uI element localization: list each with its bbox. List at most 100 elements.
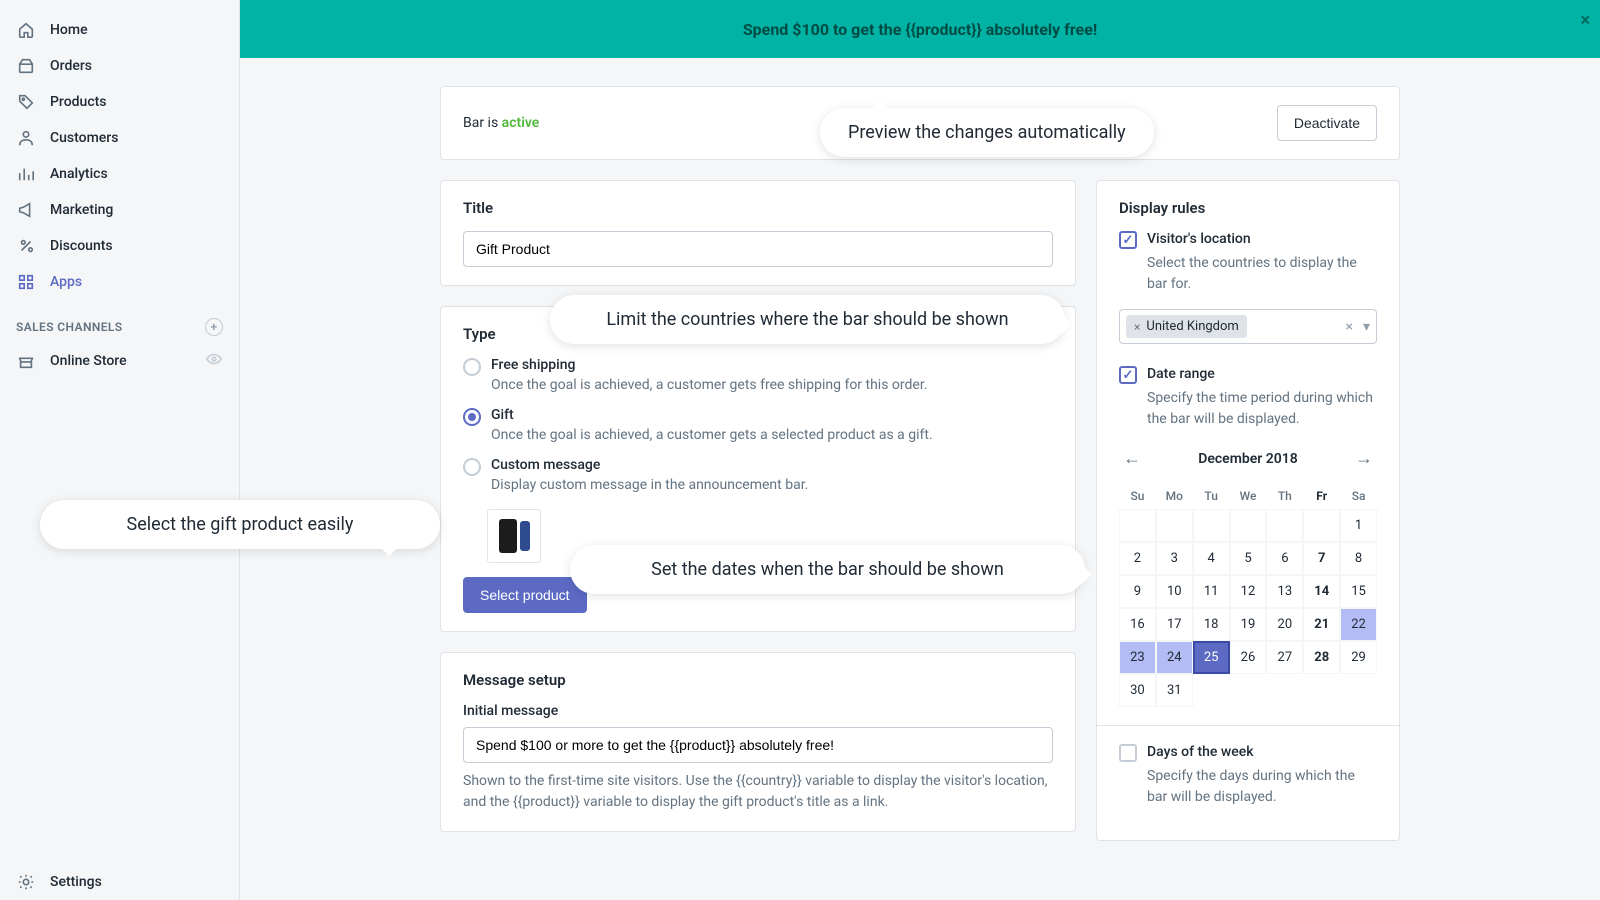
radio-icon [463, 358, 481, 376]
calendar-day[interactable]: 29 [1340, 641, 1377, 674]
calendar-day[interactable]: 24 [1156, 641, 1193, 674]
chart-icon [16, 164, 36, 184]
calendar-day[interactable]: 6 [1266, 542, 1303, 575]
nav-apps[interactable]: Apps [0, 264, 239, 300]
radio-free-shipping[interactable]: Free shipping Once the goal is achieved,… [463, 357, 1053, 393]
calendar-day[interactable]: 21 [1303, 608, 1340, 641]
days-of-week-checkbox-row[interactable]: Days of the week [1119, 744, 1377, 762]
nav-online-store[interactable]: Online Store [0, 342, 239, 380]
nav-label: Settings [50, 874, 102, 890]
title-heading: Title [463, 199, 1053, 217]
callout-dates: Set the dates when the bar should be sho… [570, 545, 1085, 594]
calendar-day[interactable]: 13 [1266, 575, 1303, 608]
nav-home[interactable]: Home [0, 12, 239, 48]
calendar-day[interactable]: 18 [1193, 608, 1230, 641]
nav-label: Online Store [50, 353, 127, 369]
location-checkbox-row[interactable]: Visitor's location [1119, 231, 1377, 249]
calendar-day[interactable]: 27 [1266, 641, 1303, 674]
clear-icon[interactable]: × [1345, 319, 1352, 335]
calendar-day[interactable]: 5 [1230, 542, 1267, 575]
nav-discounts[interactable]: Discounts [0, 228, 239, 264]
calendar-day[interactable]: 16 [1119, 608, 1156, 641]
calendar-day[interactable]: 28 [1303, 641, 1340, 674]
radio-icon [463, 408, 481, 426]
date-range-checkbox-row[interactable]: Date range [1119, 366, 1377, 384]
calendar-day[interactable]: 9 [1119, 575, 1156, 608]
remove-country-icon[interactable]: × [1134, 320, 1140, 334]
calendar-day[interactable]: 2 [1119, 542, 1156, 575]
close-icon[interactable]: × [1580, 10, 1590, 31]
calendar-day[interactable]: 25 [1193, 641, 1230, 674]
radio-icon [463, 458, 481, 476]
status-active-label: active [502, 115, 540, 131]
calendar-title: December 2018 [1198, 451, 1298, 467]
tag-icon [16, 92, 36, 112]
calendar-header: ← December 2018 → [1119, 444, 1377, 473]
status-text: Bar is active [463, 115, 539, 131]
message-heading: Message setup [463, 671, 1053, 689]
home-icon [16, 20, 36, 40]
calendar-day[interactable]: 20 [1266, 608, 1303, 641]
calendar-day[interactable]: 8 [1340, 542, 1377, 575]
nav-label: Analytics [50, 166, 108, 182]
country-pill: × United Kingdom [1126, 315, 1247, 338]
select-product-button[interactable]: Select product [463, 577, 587, 613]
calendar-day[interactable]: 11 [1193, 575, 1230, 608]
chevron-down-icon[interactable]: ▾ [1363, 319, 1370, 335]
callout-gift-product: Select the gift product easily [40, 500, 440, 549]
nav-label: Customers [50, 130, 118, 146]
prev-month-icon[interactable]: ← [1119, 444, 1145, 473]
checkbox-icon [1119, 744, 1137, 762]
calendar-day[interactable]: 19 [1230, 608, 1267, 641]
title-card: Title [440, 180, 1076, 286]
nav-label: Discounts [50, 238, 113, 254]
next-month-icon[interactable]: → [1351, 444, 1377, 473]
days-desc: Specify the days during which the bar wi… [1147, 766, 1377, 808]
country-select[interactable]: × United Kingdom × ▾ [1119, 309, 1377, 344]
checkbox-icon [1119, 231, 1137, 249]
nav-analytics[interactable]: Analytics [0, 156, 239, 192]
calendar-day[interactable]: 4 [1193, 542, 1230, 575]
orders-icon [16, 56, 36, 76]
nav-label: Orders [50, 58, 92, 74]
message-help-text: Shown to the first-time site visitors. U… [463, 771, 1053, 813]
gear-icon [16, 872, 36, 892]
deactivate-button[interactable]: Deactivate [1277, 105, 1377, 141]
calendar-day[interactable]: 7 [1303, 542, 1340, 575]
add-channel-icon[interactable]: + [205, 318, 223, 336]
calendar-day-headers: Su Mo Tu We Th Fr Sa [1119, 483, 1377, 509]
calendar-day[interactable]: 23 [1119, 641, 1156, 674]
megaphone-icon [16, 200, 36, 220]
calendar-day[interactable]: 1 [1340, 509, 1377, 542]
eye-icon[interactable] [205, 350, 223, 372]
radio-gift[interactable]: Gift Once the goal is achieved, a custom… [463, 407, 1053, 443]
rules-heading: Display rules [1119, 199, 1377, 217]
nav-marketing[interactable]: Marketing [0, 192, 239, 228]
nav-label: Products [50, 94, 107, 110]
announcement-text: Spend $100 to get the {{product}} absolu… [743, 20, 1097, 39]
date-desc: Specify the time period during which the… [1147, 388, 1377, 430]
calendar-grid: 1234567891011121314151617181920212223242… [1119, 509, 1377, 707]
calendar-day[interactable]: 12 [1230, 575, 1267, 608]
calendar-day[interactable]: 26 [1230, 641, 1267, 674]
calendar-day[interactable]: 31 [1156, 674, 1193, 707]
radio-custom-message[interactable]: Custom message Display custom message in… [463, 457, 1053, 493]
nav-orders[interactable]: Orders [0, 48, 239, 84]
calendar-day[interactable]: 22 [1340, 608, 1377, 641]
initial-message-label: Initial message [463, 703, 1053, 719]
calendar-day[interactable]: 15 [1340, 575, 1377, 608]
nav-products[interactable]: Products [0, 84, 239, 120]
apps-icon [16, 272, 36, 292]
title-input[interactable] [463, 231, 1053, 267]
calendar-day[interactable]: 17 [1156, 608, 1193, 641]
calendar-day[interactable]: 14 [1303, 575, 1340, 608]
checkbox-icon [1119, 366, 1137, 384]
calendar-day[interactable]: 30 [1119, 674, 1156, 707]
nav-label: Apps [50, 274, 82, 290]
display-rules-card: Display rules Visitor's location Select … [1096, 180, 1400, 841]
nav-customers[interactable]: Customers [0, 120, 239, 156]
initial-message-input[interactable] [463, 727, 1053, 763]
nav-settings[interactable]: Settings [0, 864, 239, 900]
calendar-day[interactable]: 3 [1156, 542, 1193, 575]
calendar-day[interactable]: 10 [1156, 575, 1193, 608]
